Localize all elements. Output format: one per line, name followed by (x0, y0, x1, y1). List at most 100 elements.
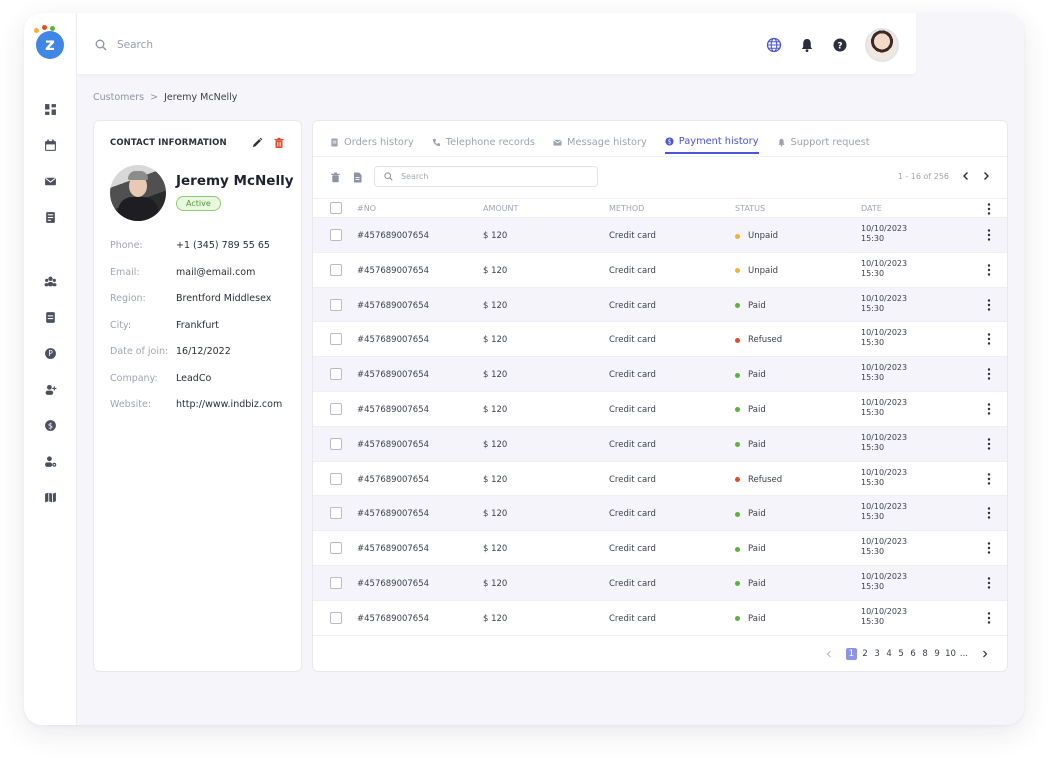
row-menu-icon[interactable] (987, 472, 991, 486)
row-menu-icon[interactable] (987, 263, 991, 277)
document-icon[interactable] (44, 211, 57, 224)
user-settings-icon[interactable] (44, 455, 57, 468)
page-number[interactable]: 4 (885, 649, 893, 659)
page-number[interactable]: 5 (897, 649, 905, 659)
table-row[interactable]: #457689007654 $ 120 Credit card Unpaid 10/10… (313, 253, 1007, 288)
row-checkbox[interactable] (330, 333, 342, 346)
column-menu-icon[interactable] (987, 202, 991, 216)
row-menu-icon[interactable] (987, 367, 991, 381)
results-range: 1 - 16 of 256 (897, 172, 949, 181)
column-header[interactable]: AMOUNT (483, 204, 518, 213)
table-row[interactable]: #457689007654 $ 120 Credit card Refused 10/1… (313, 462, 1007, 497)
chevron-left-icon[interactable] (960, 170, 972, 182)
info-value[interactable]: http://www.indbiz.com (176, 399, 282, 410)
pagination-next-icon[interactable] (980, 649, 990, 659)
row-menu-icon[interactable] (987, 437, 991, 451)
page-number[interactable]: 8 (921, 649, 929, 659)
row-menu-icon[interactable] (987, 541, 991, 555)
row-menu-icon[interactable] (987, 506, 991, 520)
row-menu-icon[interactable] (987, 298, 991, 312)
status-cell: Unpaid (735, 266, 778, 276)
page-number[interactable]: 1 (845, 648, 858, 660)
dollar-icon[interactable]: $ (44, 419, 57, 432)
user-add-icon[interactable] (44, 383, 57, 396)
pagination-prev-icon[interactable] (824, 649, 834, 659)
table-row[interactable]: #457689007654 $ 120 Credit card Paid 10/10/2… (313, 531, 1007, 566)
page-number[interactable]: 9 (933, 649, 941, 659)
bell-icon[interactable] (799, 37, 815, 53)
payment-method: Credit card (609, 578, 656, 589)
edit-icon[interactable] (251, 137, 263, 149)
column-header[interactable]: METHOD (609, 204, 644, 213)
column-header[interactable]: STATUS (735, 204, 765, 213)
table-row[interactable]: #457689007654 $ 120 Credit card Paid 10/10/2… (313, 601, 1007, 636)
page-number[interactable]: 3 (873, 649, 881, 659)
table-row[interactable]: #457689007654 $ 120 Credit card Paid 10/10/2… (313, 565, 1007, 601)
bulk-delete-icon[interactable] (330, 172, 341, 183)
row-checkbox[interactable] (330, 507, 342, 520)
tab-label: Telephone records (445, 137, 536, 148)
calendar-icon[interactable] (44, 139, 57, 152)
time-value: 15:30 (861, 581, 885, 591)
info-value[interactable]: mail@email.com (176, 267, 255, 278)
tab-telephone-records[interactable]: Telephone records (432, 136, 535, 154)
row-checkbox[interactable] (330, 611, 342, 624)
contact-name: Jeremy McNelly (176, 173, 294, 189)
breadcrumb-parent[interactable]: Customers (93, 92, 144, 103)
table-row[interactable]: #457689007654 $ 120 Credit card Paid 10/10/2… (313, 496, 1007, 532)
row-menu-icon[interactable] (987, 402, 991, 416)
row-checkbox[interactable] (330, 368, 342, 381)
table-row[interactable]: #457689007654 $ 120 Credit card Refused 10/1… (313, 322, 1007, 358)
page-number[interactable]: 10 (945, 649, 956, 659)
chevron-right-icon[interactable] (980, 170, 992, 182)
tab-support-request[interactable]: Support request (777, 136, 870, 154)
export-file-icon[interactable] (352, 172, 363, 183)
table-row[interactable]: #457689007654 $ 120 Credit card Paid 10/10/2… (313, 426, 1007, 462)
column-header[interactable]: #NO (357, 204, 376, 213)
help-icon[interactable]: ? (832, 37, 848, 53)
tab-payment-history[interactable]: $ Payment history (664, 136, 759, 154)
order-number: #457689007654 (357, 231, 430, 241)
map-icon[interactable] (44, 491, 57, 504)
row-checkbox[interactable] (330, 229, 342, 241)
table-search-input[interactable]: Search (374, 166, 598, 187)
page-number[interactable]: 6 (909, 649, 917, 659)
row-menu-icon[interactable] (987, 611, 991, 625)
tab-orders-history[interactable]: Orders history (330, 136, 414, 154)
global-search[interactable]: Search (95, 39, 153, 51)
notes-icon[interactable] (44, 311, 57, 324)
team-icon[interactable] (44, 275, 57, 288)
select-all-checkbox[interactable] (330, 202, 342, 214)
date-cell: 10/10/2023 15:30 (861, 294, 907, 314)
tab-label: Payment history (678, 136, 759, 147)
pin-icon[interactable]: P (44, 347, 57, 360)
row-checkbox[interactable] (330, 437, 342, 450)
column-header[interactable]: DATE (861, 204, 882, 213)
table-row[interactable]: #457689007654 $ 120 Credit card Paid 10/10/2… (313, 392, 1007, 427)
status-cell: Paid (735, 405, 766, 415)
svg-text:P: P (48, 349, 53, 358)
date-cell: 10/10/2023 15:30 (861, 259, 907, 279)
user-avatar[interactable] (865, 28, 899, 62)
dashboard-icon[interactable] (44, 103, 57, 116)
globe-icon[interactable] (766, 37, 782, 53)
row-menu-icon[interactable] (987, 228, 991, 242)
row-checkbox[interactable] (330, 472, 342, 485)
delete-icon[interactable] (273, 137, 285, 149)
row-checkbox[interactable] (330, 263, 342, 276)
tab-message-history[interactable]: Message history (553, 136, 647, 154)
page-number[interactable]: ... (960, 649, 968, 659)
table-row[interactable]: #457689007654 $ 120 Credit card Unpaid 10/10… (313, 218, 1007, 253)
row-checkbox[interactable] (330, 542, 342, 555)
row-checkbox[interactable] (330, 402, 342, 415)
mail-icon[interactable] (44, 175, 57, 188)
table-row[interactable]: #457689007654 $ 120 Credit card Paid 10/10/2… (313, 357, 1007, 392)
row-checkbox[interactable] (330, 576, 342, 589)
row-checkbox[interactable] (330, 298, 342, 311)
page-number[interactable]: 2 (861, 649, 869, 659)
row-menu-icon[interactable] (987, 332, 991, 346)
row-menu-icon[interactable] (987, 576, 991, 590)
app-logo[interactable]: z (34, 25, 64, 59)
payment-method: Credit card (609, 474, 656, 485)
table-row[interactable]: #457689007654 $ 120 Credit card Paid 10/10/2… (313, 287, 1007, 323)
